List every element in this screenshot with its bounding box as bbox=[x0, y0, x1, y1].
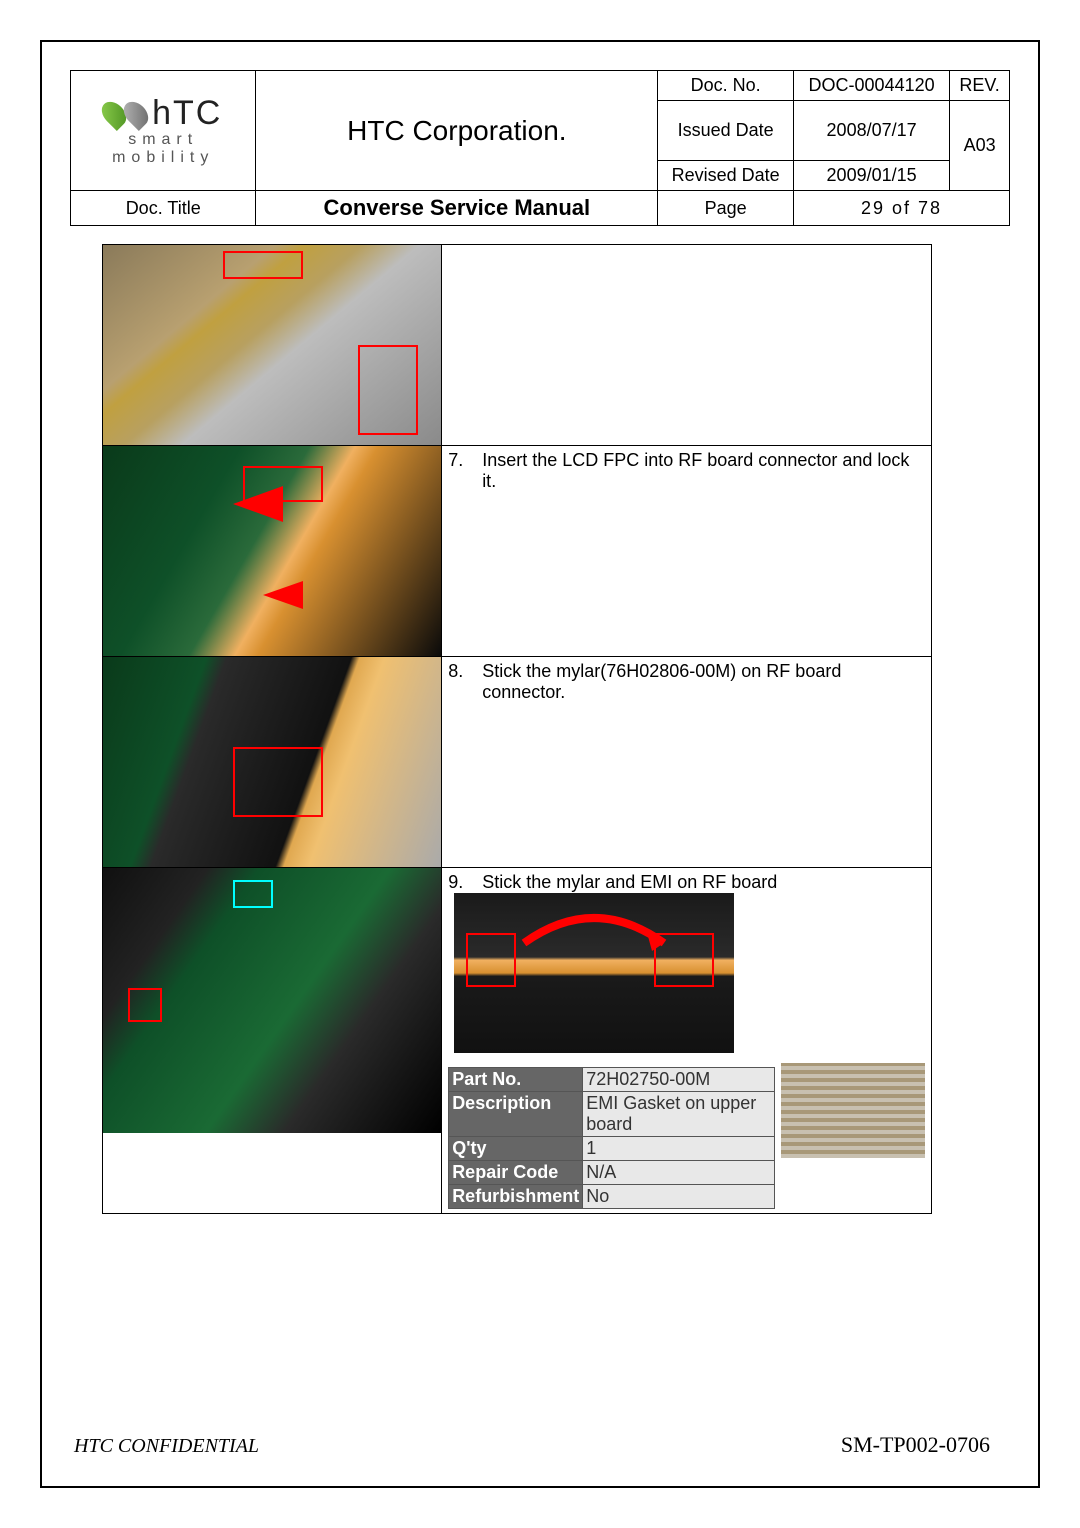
issued-date-label: Issued Date bbox=[658, 101, 794, 161]
mini-value: EMI Gasket on upper board bbox=[583, 1092, 775, 1137]
mini-label: Refurbishment bbox=[449, 1185, 583, 1209]
table-row: 8. Stick the mylar(76H02806-00M) on RF b… bbox=[103, 657, 932, 868]
mini-label: Repair Code bbox=[449, 1161, 583, 1185]
page-value: 29 of 78 bbox=[794, 191, 1010, 226]
table-row bbox=[103, 245, 932, 446]
revised-date-value: 2009/01/15 bbox=[794, 161, 950, 191]
mini-value: 72H02750-00M bbox=[583, 1068, 775, 1092]
mini-label: Part No. bbox=[449, 1068, 583, 1092]
mini-value: 1 bbox=[583, 1137, 775, 1161]
rev-label: REV. bbox=[950, 71, 1010, 101]
step-image bbox=[103, 245, 441, 445]
table-row: 9. Stick the mylar and EMI on RF board bbox=[103, 868, 932, 1214]
mini-label: Q'ty bbox=[449, 1137, 583, 1161]
logo-cell: hTC smart mobility bbox=[71, 71, 256, 191]
part-mini-table: Part No.72H02750-00M DescriptionEMI Gask… bbox=[448, 1067, 775, 1209]
step-image bbox=[103, 868, 441, 1133]
htc-logo-icon bbox=[104, 100, 146, 128]
company-name: HTC Corporation. bbox=[256, 71, 658, 191]
logo-text: hTC bbox=[152, 94, 222, 133]
mini-label: Description bbox=[449, 1092, 583, 1137]
step-number: 8. bbox=[448, 661, 472, 703]
step-text: Stick the mylar and EMI on RF board bbox=[482, 872, 777, 893]
step-number: 9. bbox=[448, 872, 472, 893]
instruction-table: 7. Insert the LCD FPC into RF board conn… bbox=[102, 244, 932, 1214]
step-text: Stick the mylar(76H02806-00M) on RF boar… bbox=[482, 661, 925, 703]
footer-doc-code: SM-TP002-0706 bbox=[841, 1432, 990, 1458]
doc-no-value: DOC-00044120 bbox=[794, 71, 950, 101]
issued-date-value: 2008/07/17 bbox=[794, 101, 950, 161]
doc-title-value: Converse Service Manual bbox=[256, 191, 658, 226]
logo-subtitle: smart mobility bbox=[75, 131, 251, 167]
component-image bbox=[781, 1063, 925, 1158]
rev-value: A03 bbox=[950, 101, 1010, 191]
table-row: 7. Insert the LCD FPC into RF board conn… bbox=[103, 446, 932, 657]
step-image bbox=[103, 446, 441, 656]
mini-value: N/A bbox=[583, 1161, 775, 1185]
mini-value: No bbox=[583, 1185, 775, 1209]
step-image bbox=[103, 657, 441, 867]
doc-no-label: Doc. No. bbox=[658, 71, 794, 101]
revised-date-label: Revised Date bbox=[658, 161, 794, 191]
curved-arrow-icon bbox=[514, 903, 674, 953]
step-text: Insert the LCD FPC into RF board connect… bbox=[482, 450, 925, 492]
step-number: 7. bbox=[448, 450, 472, 492]
step-detail-image bbox=[454, 893, 734, 1053]
footer-confidential: HTC CONFIDENTIAL bbox=[74, 1435, 259, 1458]
document-header-table: hTC smart mobility HTC Corporation. Doc.… bbox=[70, 70, 1010, 226]
doc-title-label: Doc. Title bbox=[71, 191, 256, 226]
page-label: Page bbox=[658, 191, 794, 226]
step-text-empty bbox=[442, 245, 932, 446]
